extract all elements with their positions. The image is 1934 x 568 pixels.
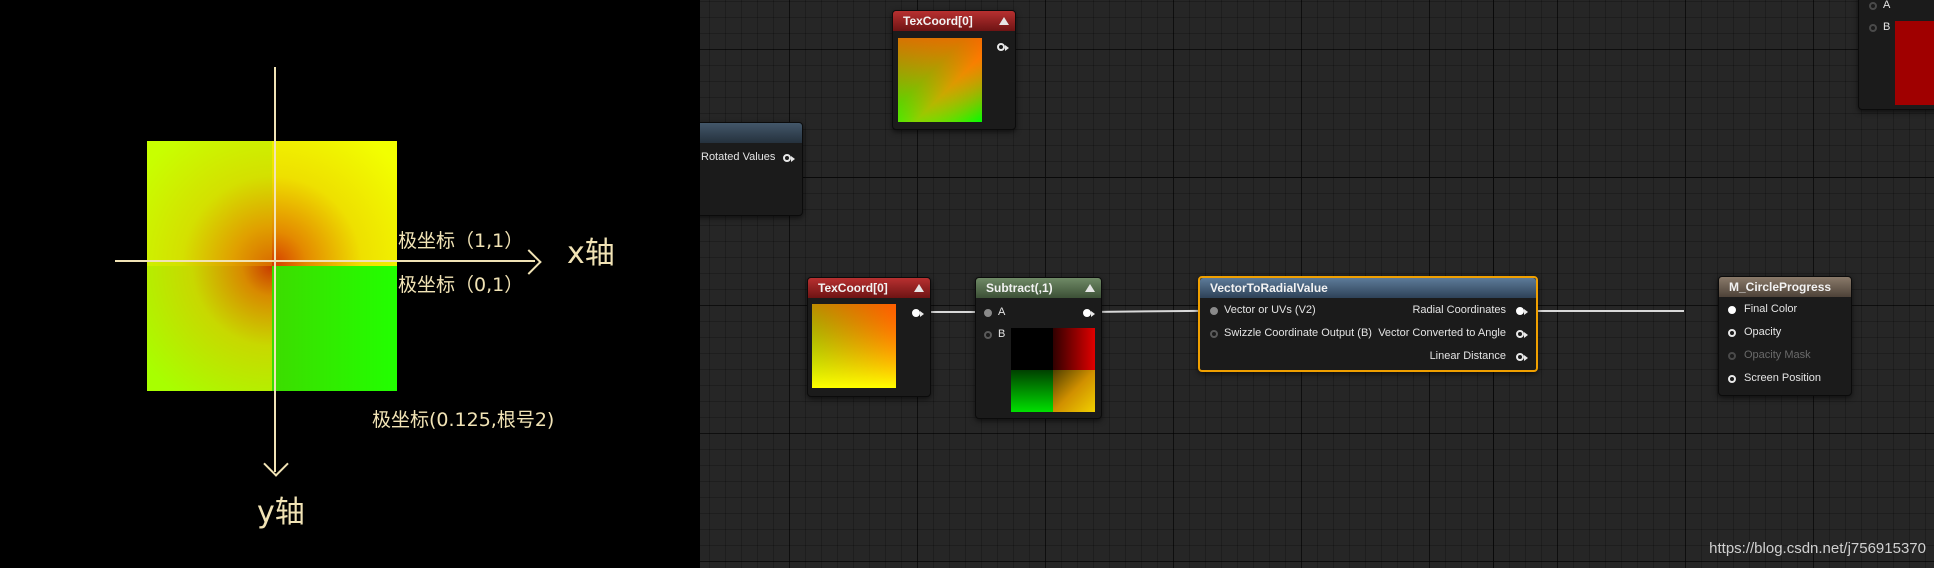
preview-overlay [898, 38, 982, 122]
grid-major-line [700, 177, 1934, 178]
y-axis-label: y轴 [257, 495, 305, 530]
node-header[interactable]: M_CircleProgress [1719, 277, 1851, 297]
watermark-text: https://blog.csdn.net/j756915370 [1709, 540, 1926, 557]
collapse-arrow-icon[interactable] [914, 284, 924, 292]
collapse-arrow-icon[interactable] [999, 17, 1009, 25]
node-title: M_CircleProgress [1729, 280, 1832, 294]
pin-arrow-icon [1524, 355, 1528, 361]
output-pin[interactable] [912, 309, 920, 317]
output-pin[interactable] [1516, 353, 1524, 361]
polar-diagram: 极坐标（1,1） 极坐标（0,1） 极坐标(0.125,根号2) x轴 y轴 [0, 0, 700, 568]
quad-top-right [272, 141, 397, 266]
pin-arrow-icon [920, 311, 924, 317]
node-title: TexCoord[0] [818, 281, 888, 295]
node-title: VectorToRadialValue [1210, 281, 1328, 295]
final-color-pin[interactable] [1728, 306, 1736, 314]
pin-arrow-icon [1091, 311, 1095, 317]
output-label: Linear Distance [1429, 350, 1506, 362]
output-pin[interactable] [997, 43, 1005, 51]
preview-quad [1011, 370, 1053, 412]
corner-preview [1895, 21, 1934, 105]
input-b-label: B [1883, 21, 1891, 33]
input-a-label: A [998, 306, 1006, 318]
material-graph-canvas[interactable]: TexCoord[0] Rotated Values TexCoord[0] S… [700, 0, 1934, 568]
node-header[interactable]: Subtract(,1) [976, 278, 1101, 298]
rotated-values-node[interactable]: Rotated Values [700, 122, 803, 216]
input-label: Swizzle Coordinate Output (B) [1224, 327, 1372, 339]
preview-quad [1053, 328, 1095, 370]
wire-subtract-to-radial [1088, 309, 1202, 313]
final-color-label: Final Color [1744, 303, 1798, 315]
input-pin[interactable] [1210, 307, 1218, 315]
material-result-node[interactable]: M_CircleProgress Final Color Opacity Opa… [1718, 276, 1852, 396]
preview-quad [1053, 370, 1095, 412]
polar-label-0-1: 极坐标（0,1） [398, 274, 524, 296]
x-axis-line [115, 260, 535, 262]
wire-radial-to-material [1529, 310, 1684, 312]
input-pin-b[interactable] [984, 331, 992, 339]
preview-quad [1011, 328, 1053, 370]
input-pin-a[interactable] [1869, 2, 1877, 10]
rotated-values-label: Rotated Values [701, 151, 776, 163]
node-header[interactable] [700, 123, 802, 143]
input-pin-a[interactable] [984, 309, 992, 317]
output-pin[interactable] [1516, 330, 1524, 338]
output-label: Radial Coordinates [1412, 304, 1506, 316]
input-pin-b[interactable] [1869, 24, 1877, 32]
quad-top-left [147, 141, 272, 266]
quad-bottom-right [272, 266, 397, 391]
output-pin[interactable] [783, 154, 791, 162]
x-axis-label: x轴 [567, 236, 615, 271]
opacity-mask-label: Opacity Mask [1744, 349, 1811, 361]
opacity-label: Opacity [1744, 326, 1782, 338]
input-a-label: A [1883, 0, 1891, 11]
opacity-pin[interactable] [1728, 329, 1736, 337]
texcoord-preview [812, 304, 896, 388]
node-header[interactable]: TexCoord[0] [893, 11, 1015, 31]
y-axis-arrowhead [263, 451, 289, 477]
input-pin[interactable] [1210, 330, 1218, 338]
input-b-label: B [998, 328, 1006, 340]
opacity-mask-pin[interactable] [1728, 352, 1736, 360]
preview-overlay [812, 304, 896, 388]
node-title: Subtract(,1) [986, 281, 1053, 295]
polar-label-1-1: 极坐标（1,1） [398, 230, 524, 252]
texcoord-node[interactable]: TexCoord[0] [807, 277, 931, 397]
collapse-arrow-icon[interactable] [1085, 284, 1095, 292]
texcoord-node-top[interactable]: TexCoord[0] [892, 10, 1016, 130]
input-label: Vector or UVs (V2) [1224, 304, 1316, 316]
output-label: Vector Converted to Angle [1378, 327, 1506, 339]
texcoord-preview [898, 38, 982, 122]
vector-to-radial-node[interactable]: VectorToRadialValue Vector or UVs (V2) S… [1198, 276, 1538, 372]
output-pin[interactable] [1516, 307, 1524, 315]
node-header[interactable]: VectorToRadialValue [1200, 278, 1536, 298]
y-axis-line [274, 67, 276, 472]
pin-arrow-icon [791, 156, 795, 162]
pin-arrow-icon [1524, 332, 1528, 338]
subtract-preview [1011, 328, 1095, 412]
screen-position-pin[interactable] [1728, 375, 1736, 383]
quad-bottom-left [147, 266, 272, 391]
pin-arrow-icon [1524, 309, 1528, 315]
corner-node[interactable]: A B [1858, 0, 1934, 110]
node-title: TexCoord[0] [903, 14, 973, 28]
node-header[interactable]: TexCoord[0] [808, 278, 930, 298]
subtract-node[interactable]: Subtract(,1) A B [975, 277, 1102, 419]
screen-position-label: Screen Position [1744, 372, 1822, 384]
output-pin[interactable] [1083, 309, 1091, 317]
pin-arrow-icon [1005, 45, 1009, 51]
polar-label-bottom: 极坐标(0.125,根号2) [372, 409, 555, 431]
uv-gradient-image [147, 141, 397, 391]
